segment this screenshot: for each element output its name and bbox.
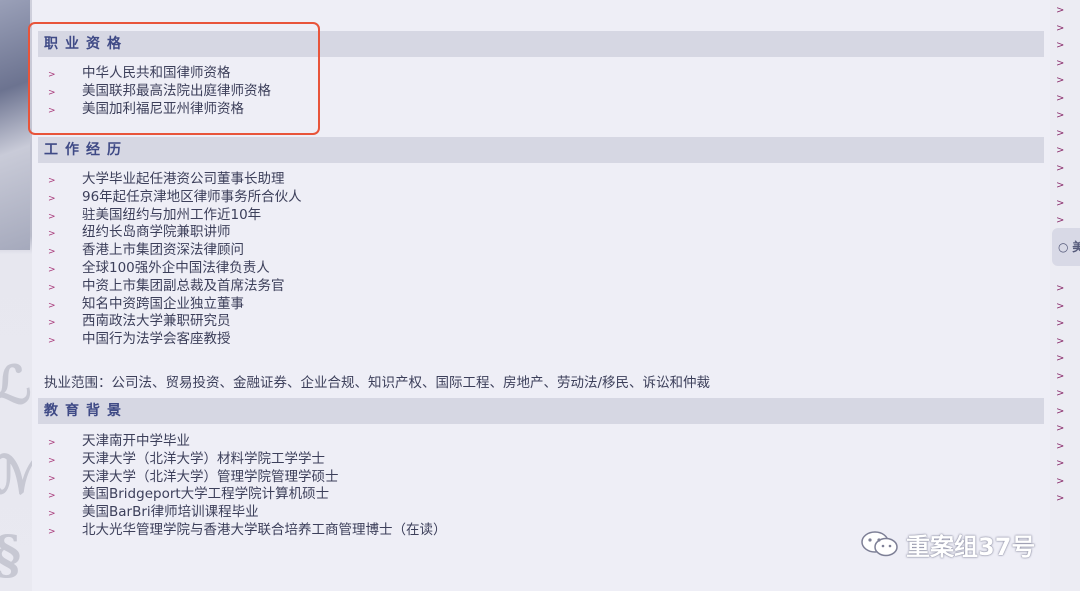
arrow-icon: >: [48, 282, 56, 293]
list-item: > 大学毕业起任港资公司董事长助理: [48, 171, 302, 189]
arrow-icon: >: [48, 193, 56, 204]
section-header-education: 教育背景: [38, 398, 1044, 424]
list-item: > 北大光华管理学院与香港大学联合培养工商管理博士（在读）: [48, 522, 447, 540]
right-nav-tab[interactable]: ○ 美: [1052, 228, 1080, 266]
rail-arrow-icon: >: [1056, 40, 1065, 51]
list-item: > 天津大学（北洋大学）材料学院工学学士: [48, 451, 447, 469]
rail-arrow-icon: >: [1056, 22, 1065, 34]
rail-arrow-icon: >: [1056, 162, 1065, 174]
rail-arrow-icon: >: [1056, 405, 1065, 417]
photo-shade: [0, 0, 30, 250]
list-item: > 西南政法大学兼职研究员: [48, 313, 302, 331]
rail-arrow-icon: >: [1056, 318, 1065, 329]
rail-arrow-icon: >: [1056, 215, 1065, 226]
wechat-icon: [860, 529, 900, 559]
watermark-text: 重案组37号: [906, 532, 1036, 561]
rail-arrow-icon: >: [1056, 440, 1065, 452]
rail-arrow-icon: >: [1056, 300, 1065, 312]
rail-arrow-icon: >: [1056, 423, 1065, 434]
rail-arrow-icon: >: [1056, 283, 1065, 294]
rail-arrow-icon: >: [1056, 197, 1065, 209]
rail-arrow-icon: >: [1056, 5, 1065, 16]
list-item: > 中资上市集团副总裁及首席法务官: [48, 278, 302, 296]
list-item: > 驻美国纽约与加州工作近10年: [48, 207, 302, 225]
right-nav-rail: > > > > > > > > > > > > > > > > > > > > > > > > > >: [1050, 0, 1080, 591]
list-item: > 香港上市集团资深法律顾问: [48, 242, 302, 260]
practice-scope-text: 执业范围：公司法、贸易投资、金融证券、企业合规、知识产权、国际工程、房地产、劳动…: [44, 375, 711, 391]
decorative-glyph: ℳ: [0, 445, 32, 506]
list-item: > 美国Bridgeport大学工程学院计算机硕士: [48, 486, 447, 504]
rail-arrow-icon: >: [1056, 458, 1065, 469]
rail-arrow-icon: >: [1056, 475, 1065, 487]
experience-list: > 大学毕业起任港资公司董事长助理 >96年起任京津地区律师事务所合伙人 > 驻美国…: [48, 171, 302, 349]
list-item: > 全球100强外企中国法律负责人: [48, 260, 302, 278]
list-item: >96年起任京津地区律师事务所合伙人: [48, 189, 302, 207]
list-item: > 美国BarBri律师培训课程毕业: [48, 504, 447, 522]
rail-arrow-icon: >: [1056, 370, 1065, 382]
decorative-glyph: ℒ: [0, 355, 32, 416]
rail-arrow-icon: >: [1056, 493, 1065, 504]
section-header-experience: 工作经历: [38, 137, 1044, 163]
list-item: > 纽约长岛商学院兼职讲师: [48, 224, 302, 242]
decorative-glyph: §: [0, 525, 21, 586]
arrow-icon: >: [48, 526, 56, 537]
rail-arrow-icon: >: [1056, 335, 1065, 347]
arrow-icon: >: [48, 455, 56, 466]
list-item: > 天津南开中学毕业: [48, 433, 447, 451]
rail-arrow-icon: >: [1056, 388, 1065, 399]
education-list: > 天津南开中学毕业 > 天津大学（北洋大学）材料学院工学学士 > 天津大学（北洋大学…: [48, 433, 447, 540]
watermark: 重案组37号: [860, 527, 1035, 561]
rail-arrow-icon: >: [1056, 145, 1065, 156]
list-item: > 知名中资跨国企业独立董事: [48, 296, 302, 314]
rail-arrow-icon: >: [1056, 75, 1065, 86]
rail-arrow-icon: >: [1056, 57, 1065, 69]
rail-arrow-icon: >: [1056, 180, 1065, 191]
right-nav-tab-label: ○ 美: [1058, 240, 1080, 254]
rail-arrow-icon: >: [1056, 127, 1065, 139]
rail-arrow-icon: >: [1056, 92, 1065, 104]
list-item: > 中国行为法学会客座教授: [48, 331, 302, 349]
list-item: > 天津大学（北洋大学）管理学院管理学硕士: [48, 469, 447, 487]
rail-arrow-icon: >: [1056, 353, 1065, 364]
rail-arrow-icon: >: [1056, 110, 1065, 121]
arrow-icon: >: [48, 336, 56, 347]
highlight-box: [28, 22, 320, 135]
